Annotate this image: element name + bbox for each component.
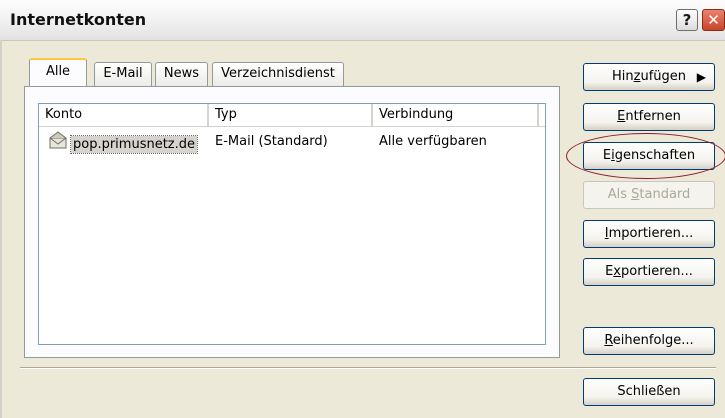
cell-typ: E-Mail (Standard) <box>215 134 328 149</box>
tab-verzeichnisdienst[interactable]: Verzeichnisdienst <box>212 62 344 86</box>
button-label: Hinzufügen <box>611 69 686 84</box>
help-button[interactable]: ? <box>676 9 698 31</box>
window-title: Internetkonten <box>10 10 147 29</box>
column-header-konto[interactable]: Konto <box>39 104 209 126</box>
tab-label: E-Mail <box>103 66 143 81</box>
button-label: Reihenfolge... <box>604 333 694 348</box>
divider <box>20 367 716 369</box>
tab-label: News <box>163 66 200 81</box>
button-label: Importieren... <box>604 226 694 241</box>
entfernen-button[interactable]: Entfernen <box>583 103 715 131</box>
exportieren-button[interactable]: Exportieren... <box>583 258 715 286</box>
als-standard-button: Als Standard <box>583 181 715 209</box>
close-button[interactable]: ✕ <box>702 9 725 31</box>
accounts-list[interactable]: Konto Typ Verbindung pop.primusnetz.de E… <box>38 103 546 345</box>
cell-konto: pop.primusnetz.de <box>47 131 199 154</box>
button-label: Eigenschaften <box>602 148 696 163</box>
account-name: pop.primusnetz.de <box>69 134 199 154</box>
reihenfolge-button[interactable]: Reihenfolge... <box>583 327 715 355</box>
window-border <box>0 40 2 418</box>
hinzufuegen-button[interactable]: Hinzufügen ▶ <box>583 63 715 91</box>
schliessen-button[interactable]: Schließen <box>583 378 715 406</box>
tab-label: Alle <box>45 64 71 79</box>
tab-news[interactable]: News <box>155 62 208 86</box>
column-header-verbindung[interactable]: Verbindung <box>373 104 539 126</box>
title-bar: Internetkonten ? ✕ <box>0 0 725 41</box>
tab-alle[interactable]: Alle <box>29 58 87 86</box>
button-label: Entfernen <box>617 109 681 124</box>
tab-label: Verzeichnisdienst <box>221 66 335 81</box>
button-label: Als Standard <box>607 187 691 202</box>
mail-account-icon <box>47 131 69 157</box>
button-label: Exportieren... <box>605 264 693 279</box>
importieren-button[interactable]: Importieren... <box>583 220 715 248</box>
cell-verbindung: Alle verfügbaren <box>379 134 487 149</box>
eigenschaften-button[interactable]: Eigenschaften <box>583 142 715 170</box>
list-header: Konto Typ Verbindung <box>39 104 545 127</box>
column-header-typ[interactable]: Typ <box>209 104 373 126</box>
tab-email[interactable]: E-Mail <box>94 62 152 86</box>
list-item[interactable]: pop.primusnetz.de E-Mail (Standard) Alle… <box>39 131 545 154</box>
arrow-right-icon: ▶ <box>696 70 706 84</box>
